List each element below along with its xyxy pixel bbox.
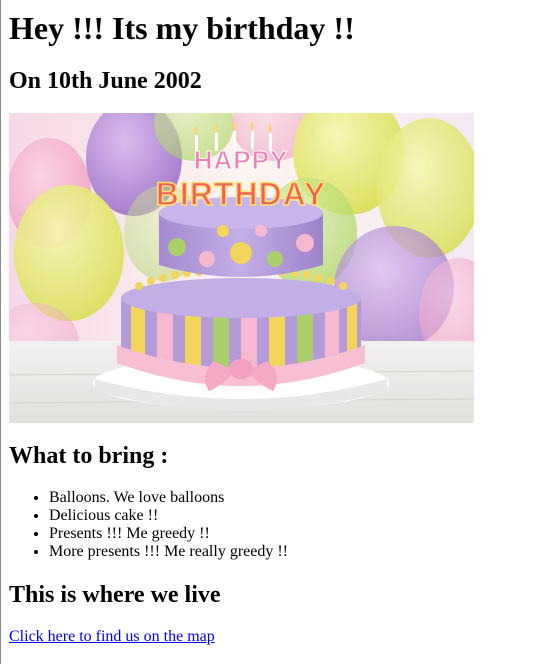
- cake-topper-birthday: BIRTHDAY: [156, 176, 326, 212]
- cake-topper-happy: HAPPY: [194, 145, 289, 175]
- date-subheading: On 10th June 2002: [9, 68, 202, 94]
- list-item: Delicious cake !!: [49, 507, 288, 525]
- map-link[interactable]: Click here to find us on the map: [9, 628, 215, 646]
- location-heading: This is where we live: [9, 582, 221, 608]
- bring-heading: What to bring :: [9, 443, 169, 469]
- birthday-cake-image: HAPPY BIRTHDAY: [9, 113, 474, 423]
- page: Hey !!! Its my birthday !! On 10th June …: [0, 0, 533, 664]
- list-item: More presents !!! Me really greedy !!: [49, 543, 288, 561]
- page-title: Hey !!! Its my birthday !!: [9, 10, 355, 46]
- list-item: Balloons. We love balloons: [49, 489, 288, 507]
- bring-list: Balloons. We love balloons Delicious cak…: [9, 489, 288, 561]
- list-item: Presents !!! Me greedy !!: [49, 525, 288, 543]
